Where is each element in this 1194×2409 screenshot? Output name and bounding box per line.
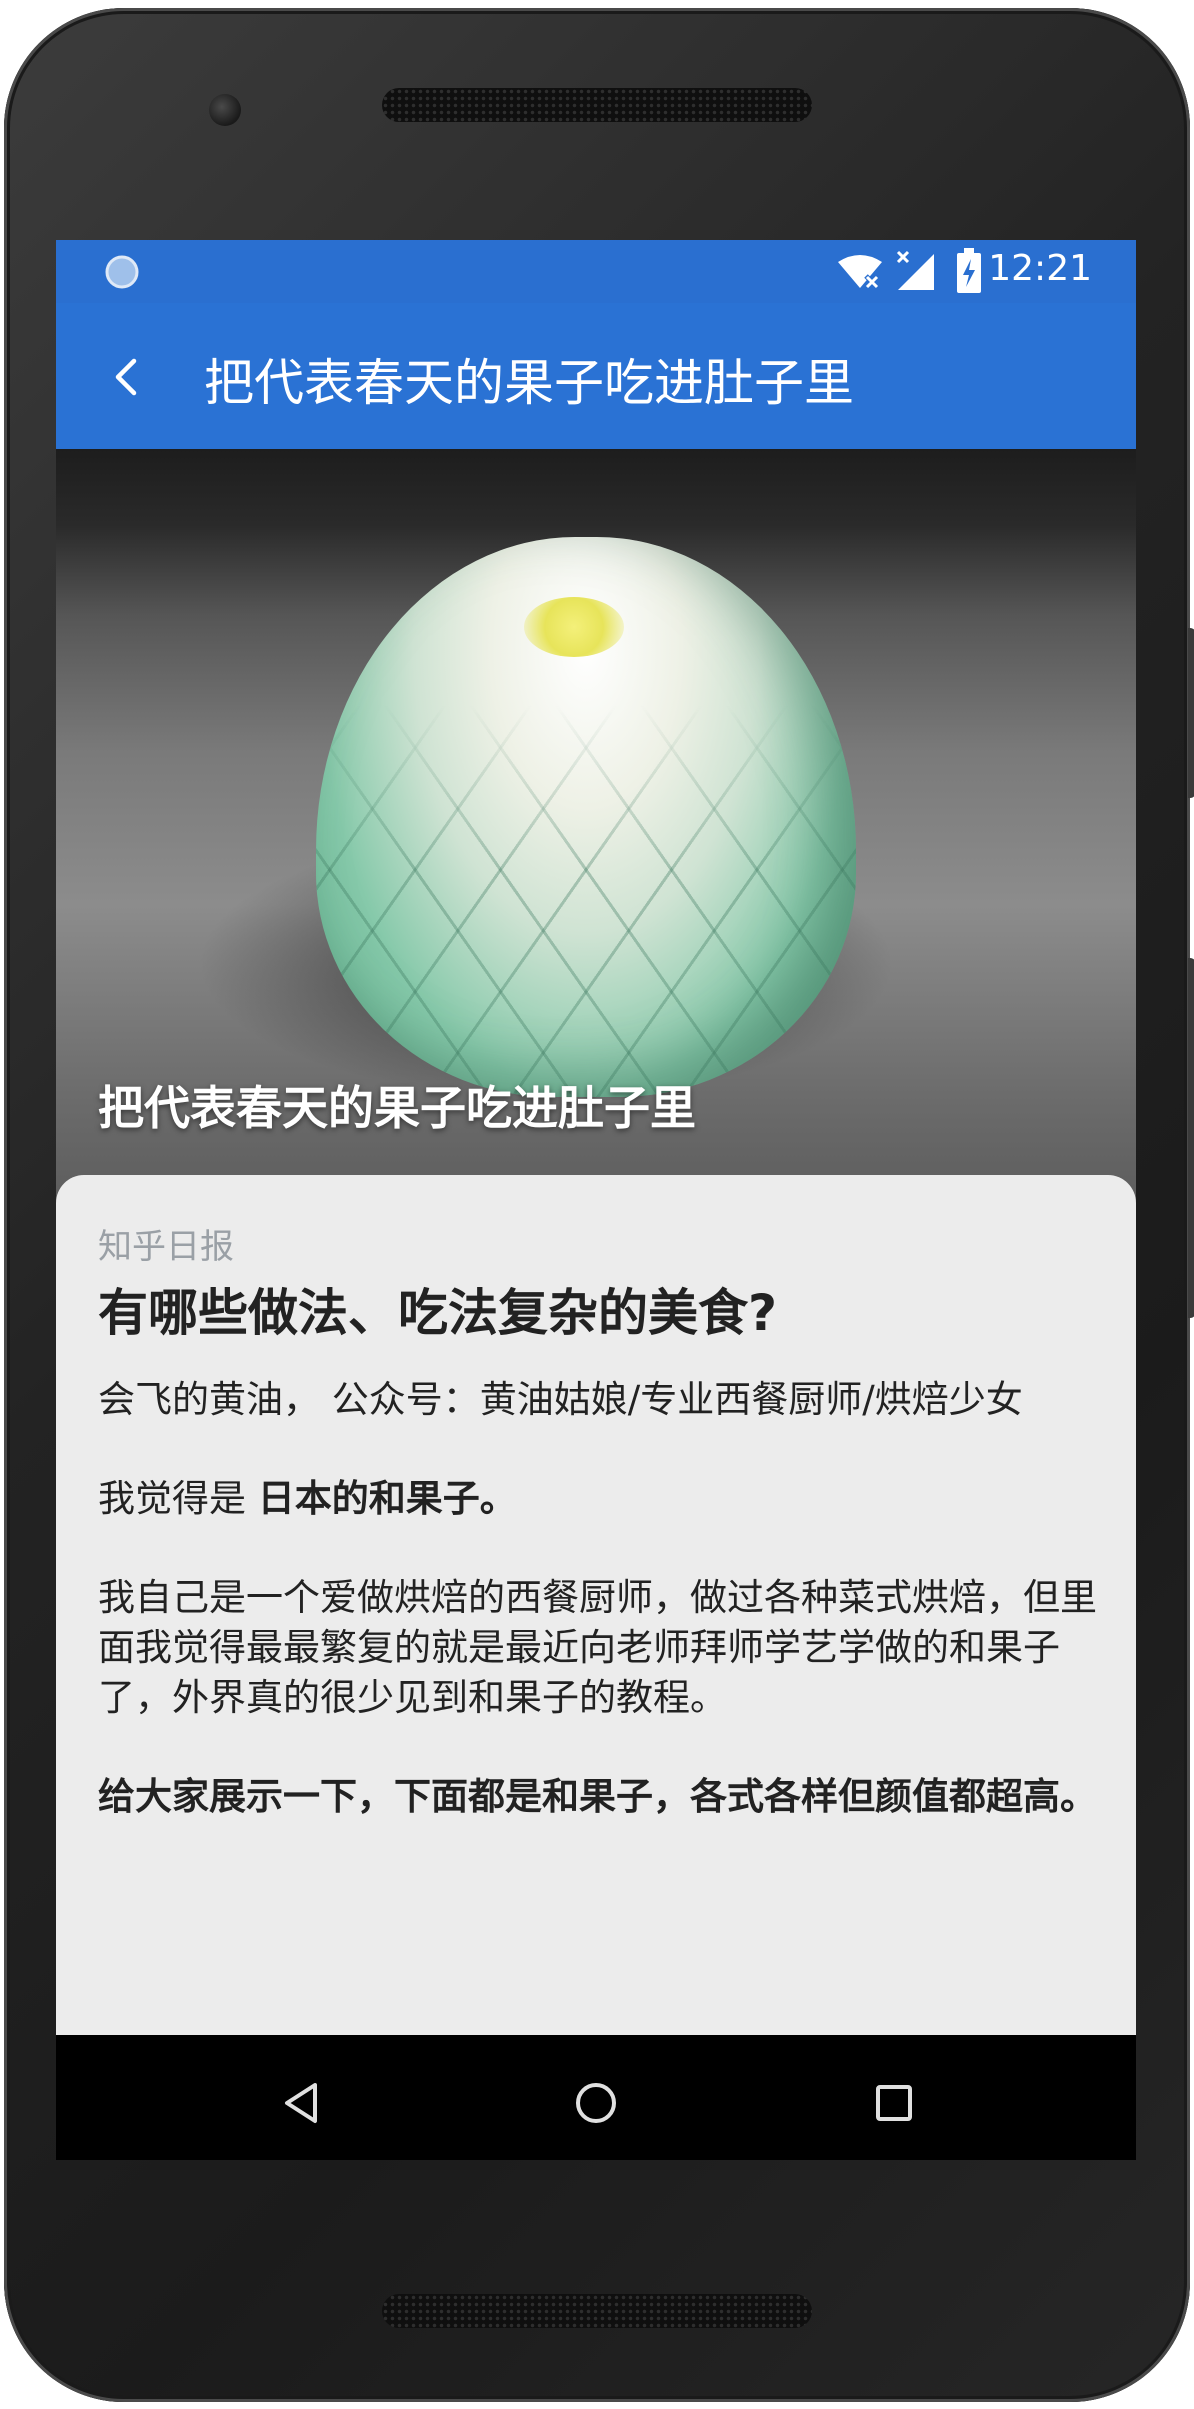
app-bar: 把代表春天的果子吃进肚子里 (56, 303, 1136, 449)
article-body: 会飞的黄油， 公众号：黄油姑娘/专业西餐厨师/烘焙少女 我觉得是 日本的和果子。… (98, 1375, 1098, 1871)
signal-icon (896, 250, 934, 290)
square-recents-icon[interactable] (864, 2073, 924, 2133)
phone-frame: 12:21 把代表春天的果子吃进肚子里 把代表春天的果子吃进肚子里 知乎日报 有… (4, 8, 1194, 2402)
chevron-left-icon[interactable] (96, 347, 156, 407)
paragraph-1: 我觉得是 日本的和果子。 (98, 1474, 1098, 1524)
paragraph-1-text: 我觉得是 (98, 1477, 258, 1520)
paragraph-2: 我自己是一个爱做烘焙的西餐厨师，做过各种菜式烘焙，但里面我觉得最最繁复的就是最近… (98, 1576, 1097, 1719)
wifi-off-icon (838, 255, 882, 290)
paragraph-3: 给大家展示一下，下面都是和果子，各式各样但颜值都超高。 (98, 1775, 1097, 1818)
page-title: 把代表春天的果子吃进肚子里 (204, 354, 854, 412)
hero-caption: 把代表春天的果子吃进肚子里 (98, 1081, 696, 1135)
triangle-back-icon[interactable] (271, 2073, 331, 2133)
bottom-speaker (382, 2294, 812, 2328)
status-time: 12:21 (988, 248, 1092, 289)
screen: 12:21 把代表春天的果子吃进肚子里 把代表春天的果子吃进肚子里 知乎日报 有… (56, 240, 1136, 2160)
article-question[interactable]: 有哪些做法、吃法复杂的美食? (98, 1273, 777, 1345)
wagashi-image (316, 537, 856, 1097)
notification-circle-icon (105, 255, 139, 289)
front-camera (209, 94, 241, 126)
top-speaker (382, 88, 812, 122)
status-bar: 12:21 (56, 240, 1136, 303)
power-button (1188, 958, 1194, 1318)
paragraph-1-bold: 日本的和果子。 (257, 1477, 517, 1520)
navigation-bar (56, 2035, 1136, 2160)
author-line[interactable]: 会飞的黄油， 公众号：黄油姑娘/专业西餐厨师/烘焙少女 (98, 1375, 1098, 1425)
battery-charging-icon (957, 248, 981, 293)
hero-image: 把代表春天的果子吃进肚子里 (56, 449, 1136, 1209)
article-source[interactable]: 知乎日报 (98, 1219, 234, 1268)
circle-home-icon[interactable] (566, 2073, 626, 2133)
volume-button (1188, 628, 1194, 798)
article-card: 知乎日报 有哪些做法、吃法复杂的美食? 会飞的黄油， 公众号：黄油姑娘/专业西餐… (56, 1175, 1136, 2160)
